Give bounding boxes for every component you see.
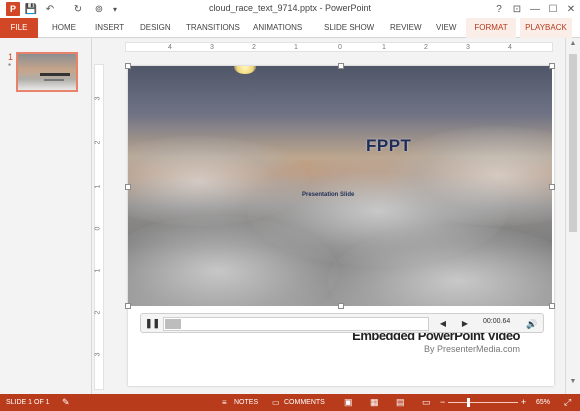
ruler-label: 3: [210, 44, 214, 51]
undo-icon[interactable]: ↶: [44, 2, 56, 16]
resize-handle-bottom[interactable]: [338, 303, 344, 309]
video-subtitle-text: Presentation Slide: [302, 192, 355, 198]
pause-button[interactable]: ❚❚: [145, 317, 160, 330]
ruler-label: 3: [94, 352, 102, 357]
close-button[interactable]: ✕: [562, 0, 580, 18]
tab-slide-show[interactable]: SLIDE SHOW: [324, 18, 374, 38]
thumbnail-title-line: [40, 73, 70, 76]
ribbon-tabs: FILE HOME INSERT DESIGN TRANSITIONS ANIM…: [0, 18, 580, 38]
resize-handle-bottom-right[interactable]: [549, 303, 555, 309]
tab-transitions[interactable]: TRANSITIONS: [186, 18, 240, 38]
ruler-label: 2: [424, 44, 428, 51]
slide-show-icon[interactable]: ▭: [422, 394, 431, 411]
resize-handle-top[interactable]: [338, 63, 344, 69]
byline-text: By PresenterMedia.com: [423, 344, 520, 354]
reading-view-icon[interactable]: ▤: [396, 394, 405, 411]
tab-playback[interactable]: PLAYBACK: [520, 18, 572, 38]
ruler-label: 3: [466, 44, 470, 51]
normal-view-icon[interactable]: ▣: [344, 394, 353, 411]
skip-back-button[interactable]: ◀: [437, 317, 449, 331]
ruler-label: 4: [168, 44, 172, 51]
notes-icon[interactable]: ≡: [222, 394, 227, 411]
help-button[interactable]: ?: [490, 0, 508, 18]
window-controls: ? ⊡ — ☐ ✕: [490, 0, 580, 18]
ruler-label: 1: [94, 184, 102, 189]
powerpoint-logo-icon: P: [6, 2, 20, 16]
resize-handle-right[interactable]: [549, 184, 555, 190]
ruler-label: 1: [94, 268, 102, 273]
tab-insert[interactable]: INSERT: [95, 18, 124, 38]
animation-star-icon: *: [8, 62, 12, 71]
ruler-label: 1: [294, 44, 298, 51]
resize-handle-top-right[interactable]: [549, 63, 555, 69]
slide-number: 1: [8, 52, 14, 62]
vertical-ruler: 3 2 1 0 1 2 3: [94, 64, 104, 390]
progress-thumb[interactable]: [165, 319, 181, 329]
zoom-slider-knob[interactable]: [467, 398, 470, 407]
zoom-in-button[interactable]: +: [521, 394, 526, 411]
ruler-label: 1: [382, 44, 386, 51]
vertical-scrollbar[interactable]: ▲ ▼: [565, 38, 580, 394]
notes-button[interactable]: NOTES: [234, 394, 258, 411]
thumbnail-subtitle-line: [44, 79, 64, 81]
resize-handle-bottom-left[interactable]: [125, 303, 131, 309]
tab-file[interactable]: FILE: [0, 18, 38, 38]
customize-quick-access-icon[interactable]: ▾: [110, 2, 120, 16]
redo-icon[interactable]: ↻: [72, 2, 84, 16]
resize-handle-left[interactable]: [125, 184, 131, 190]
spelling-check-icon[interactable]: ✎: [62, 394, 70, 411]
ribbon-display-options-icon[interactable]: ⊡: [508, 0, 526, 18]
ruler-label: 0: [94, 226, 102, 231]
scroll-up-icon[interactable]: ▲: [566, 40, 580, 52]
sun-image: [234, 66, 256, 74]
tab-animations[interactable]: ANIMATIONS: [253, 18, 302, 38]
start-from-beginning-icon[interactable]: ⊚: [92, 2, 106, 16]
slide-sorter-icon[interactable]: ▦: [370, 394, 379, 411]
comments-button[interactable]: COMMENTS: [284, 394, 325, 411]
minimize-button[interactable]: —: [526, 0, 544, 18]
slide-canvas[interactable]: FPPT Presentation Slide Embedded PowerPo…: [128, 66, 554, 386]
volume-icon[interactable]: 🔊: [525, 317, 539, 331]
comments-icon[interactable]: ▭: [272, 394, 280, 411]
tab-format[interactable]: FORMAT: [466, 18, 516, 38]
ruler-label: 4: [508, 44, 512, 51]
save-icon[interactable]: 💾: [25, 2, 37, 16]
maximize-button[interactable]: ☐: [544, 0, 562, 18]
media-controls: ❚❚ ◀ ▶ 00:00.64 🔊: [140, 313, 544, 333]
media-time: 00:00.64: [483, 318, 511, 325]
slide-thumbnail-pane: 1 *: [0, 38, 92, 394]
video-frame[interactable]: FPPT Presentation Slide: [128, 66, 552, 306]
status-bar: SLIDE 1 OF 1 ✎ ≡ NOTES ▭ COMMENTS ▣ ▦ ▤ …: [0, 394, 580, 411]
slide-thumbnail[interactable]: [16, 52, 78, 92]
skip-forward-button[interactable]: ▶: [459, 317, 471, 331]
ruler-label: 2: [94, 310, 102, 315]
ruler-label: 2: [94, 140, 102, 145]
scrollbar-thumb[interactable]: [569, 54, 577, 232]
fit-slide-icon[interactable]: ⤢: [564, 394, 571, 411]
media-progress-bar[interactable]: [163, 317, 429, 331]
ruler-label: 2: [252, 44, 256, 51]
tab-design[interactable]: DESIGN: [140, 18, 171, 38]
horizontal-ruler: 4 3 2 1 0 1 2 3 4: [125, 42, 553, 52]
window-title: cloud_race_text_9714.pptx - PowerPoint: [208, 3, 372, 13]
resize-handle-top-left[interactable]: [125, 63, 131, 69]
tab-home[interactable]: HOME: [52, 18, 76, 38]
scroll-down-icon[interactable]: ▼: [566, 378, 580, 390]
zoom-out-button[interactable]: −: [440, 394, 445, 411]
tab-view[interactable]: VIEW: [436, 18, 456, 38]
ruler-label: 0: [338, 44, 342, 51]
tab-review[interactable]: REVIEW: [390, 18, 422, 38]
ruler-label: 3: [94, 96, 102, 101]
slide-indicator: SLIDE 1 OF 1: [6, 399, 50, 406]
title-bar: P 💾 ↶ ↻ ⊚ ▾ cloud_race_text_9714.pptx - …: [0, 0, 580, 18]
zoom-level[interactable]: 65%: [536, 394, 550, 411]
video-title-text: FPPT: [366, 136, 412, 155]
zoom-slider[interactable]: [448, 402, 518, 403]
